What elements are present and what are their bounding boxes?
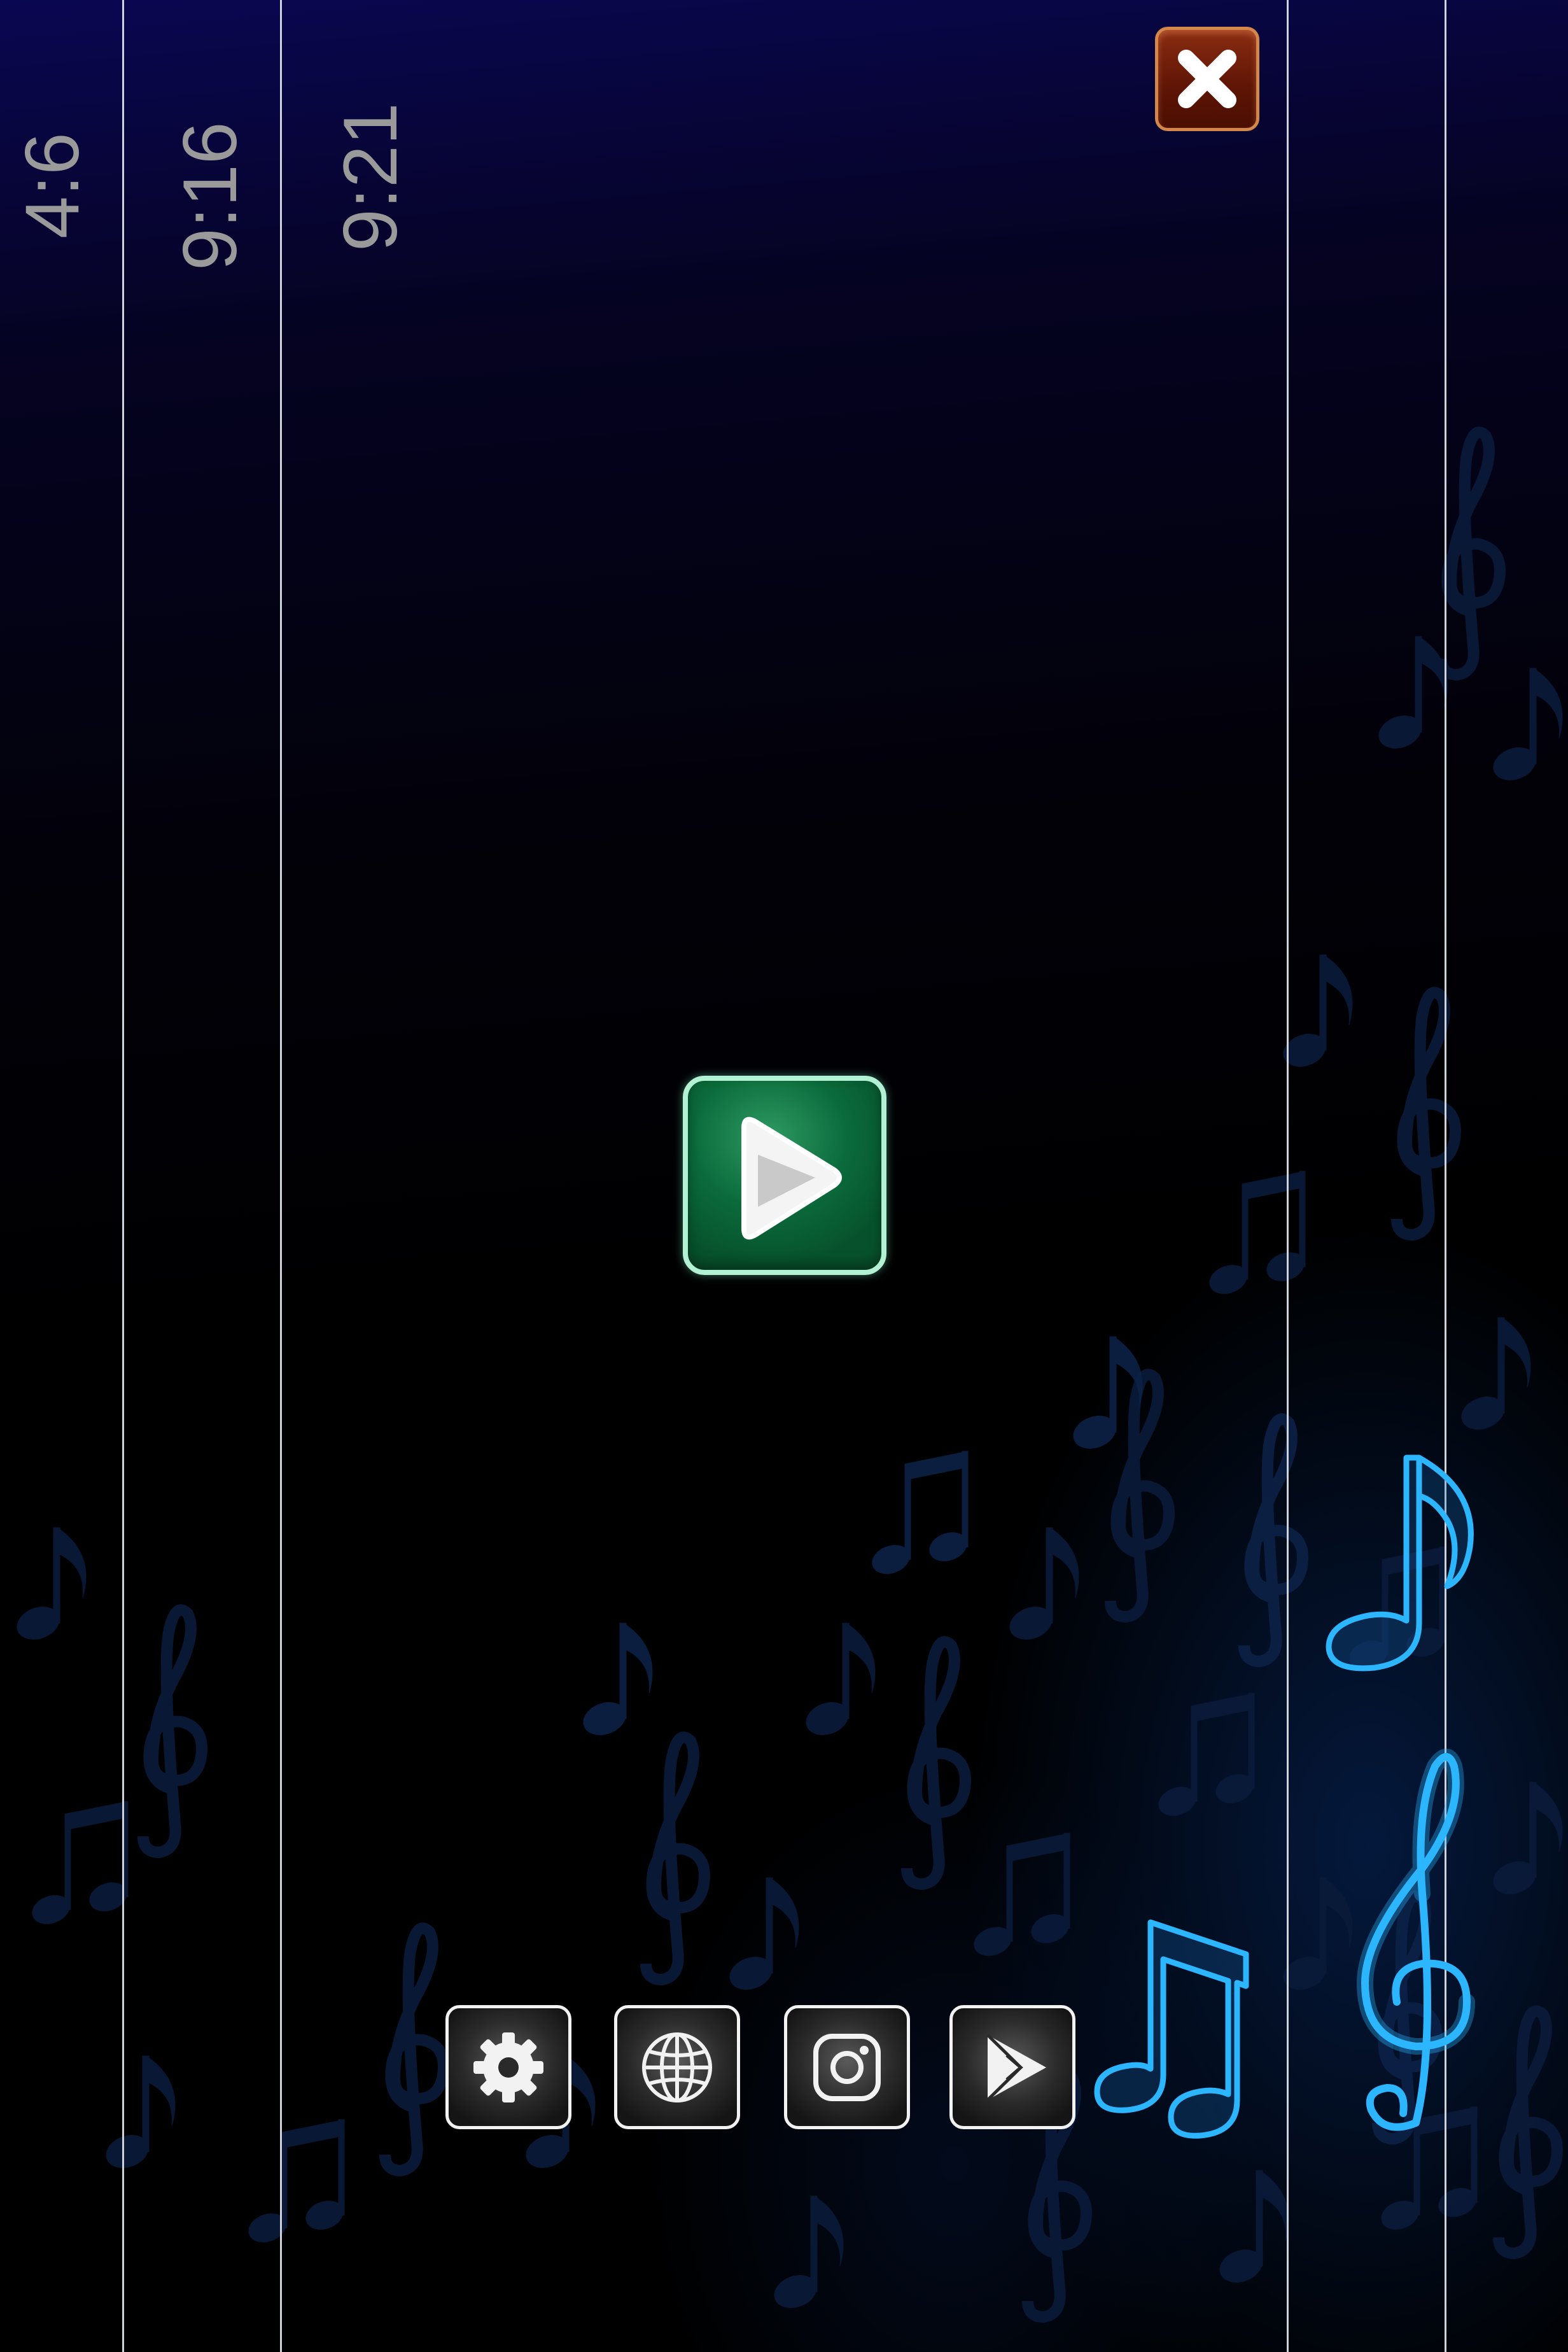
guide-line-9-16-left <box>280 0 282 2352</box>
gear-icon <box>473 2032 543 2102</box>
play-button[interactable] <box>683 1076 886 1275</box>
eighth-note-icon <box>1326 1454 1474 1672</box>
guide-line-4-6 <box>122 0 124 2352</box>
beamed-notes-icon <box>1094 1919 1249 2139</box>
play-icon <box>741 1116 842 1240</box>
ratio-label-9-16: 9:16 <box>167 122 253 271</box>
website-button[interactable] <box>614 2005 740 2129</box>
globe-icon <box>642 2032 712 2102</box>
instagram-button[interactable] <box>784 2005 910 2129</box>
treble-clef-icon <box>1356 1749 1475 2131</box>
play-store-button[interactable] <box>949 2005 1075 2129</box>
guide-line-9-16-right <box>1287 0 1289 2352</box>
play-store-icon <box>986 2034 1046 2101</box>
close-button[interactable] <box>1155 27 1259 131</box>
instagram-icon <box>813 2034 881 2101</box>
ratio-label-4-6: 4:6 <box>10 132 95 239</box>
settings-button[interactable] <box>445 2005 571 2129</box>
ratio-label-9-21: 9:21 <box>328 102 413 251</box>
close-icon <box>1178 50 1236 108</box>
